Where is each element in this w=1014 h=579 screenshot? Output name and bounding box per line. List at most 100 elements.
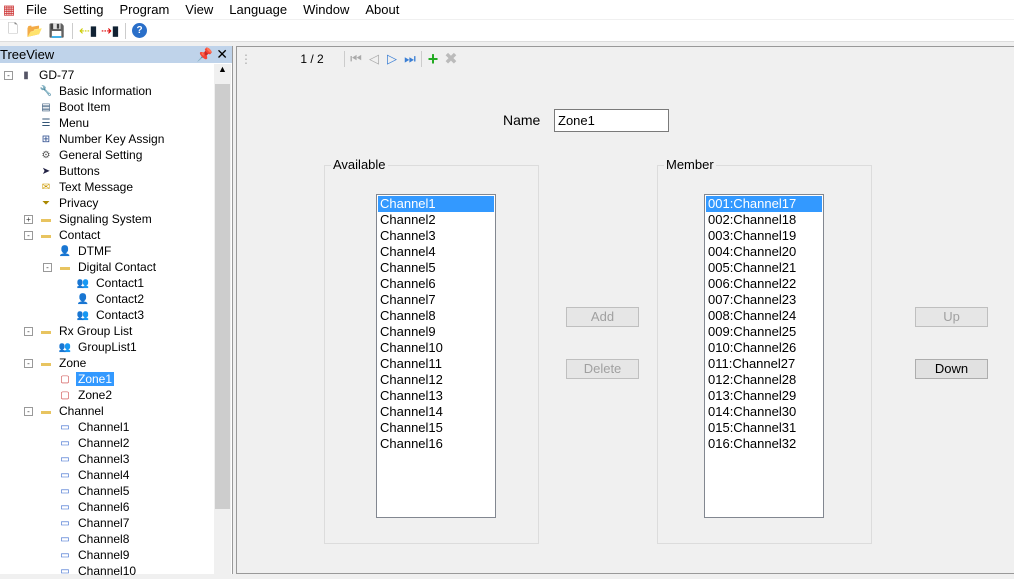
tree-item[interactable]: ▬ Rx Group List [38,323,134,339]
tree-item[interactable]: ▭ Channel4 [57,467,131,483]
first-record-icon[interactable]: ⏮ [347,50,365,68]
collapse-icon[interactable]: - [43,263,52,272]
last-record-icon[interactable]: ⏭ [401,50,419,68]
tree-scrollbar-thumb[interactable] [215,84,230,509]
down-button[interactable]: Down [915,359,988,379]
list-item[interactable]: Channel8 [378,308,494,324]
tree-item[interactable]: ▬ Digital Contact [57,259,158,275]
collapse-icon[interactable]: - [24,327,33,336]
tree-item[interactable]: ▭ Channel6 [57,499,131,515]
write-to-radio-icon[interactable]: ⇢ ▮ [101,22,119,40]
list-item[interactable]: Channel1 [378,196,494,212]
tree-item[interactable]: 👥 Contact3 [75,307,146,323]
menu-file[interactable]: File [18,2,55,17]
list-item[interactable]: 014:Channel30 [706,404,822,420]
help-icon[interactable]: ? [132,23,147,38]
list-item[interactable]: 003:Channel19 [706,228,822,244]
list-item[interactable]: Channel2 [378,212,494,228]
previous-record-icon[interactable]: ◁ [365,50,383,68]
tree-item[interactable]: ▭ Channel10 [57,563,138,579]
close-icon[interactable]: ✕ [216,46,228,62]
new-file-icon[interactable]: 🗋 [4,21,22,40]
save-icon[interactable]: 💾 [48,22,66,40]
pin-icon[interactable]: 📌 [196,47,212,62]
tree-item[interactable]: 👥 Contact1 [75,275,146,291]
tree-item[interactable]: ▬ Channel [38,403,106,419]
add-record-icon[interactable]: + [424,49,442,69]
tree-item[interactable]: ▭ Channel2 [57,435,131,451]
tree-item[interactable]: ▭ Channel8 [57,531,131,547]
list-item[interactable]: Channel12 [378,372,494,388]
available-list[interactable]: Channel1 Channel2 Channel3 Channel4 Channel5… [376,194,496,518]
add-button[interactable]: Add [566,307,639,327]
list-item[interactable]: Channel7 [378,292,494,308]
tree-item[interactable]: ▬ Signaling System [38,211,154,227]
list-item[interactable]: 002:Channel18 [706,212,822,228]
tree-item[interactable]: ➤ Buttons [38,163,102,179]
collapse-icon[interactable]: - [24,231,33,240]
tree-item[interactable]: ▭ Channel1 [57,419,131,435]
list-item[interactable]: Channel10 [378,340,494,356]
member-list[interactable]: 001:Channel17 002:Channel18 003:Channel19 0… [704,194,824,518]
tree-item[interactable]: ⚙ General Setting [38,147,144,163]
menu-view[interactable]: View [177,2,221,17]
list-item[interactable]: 007:Channel23 [706,292,822,308]
tree-item[interactable]: ▤ Boot Item [38,99,112,115]
list-item[interactable]: Channel13 [378,388,494,404]
list-item[interactable]: 001:Channel17 [706,196,822,212]
menu-setting[interactable]: Setting [55,2,111,17]
tree-item[interactable]: 👤 Contact2 [75,291,146,307]
expand-icon[interactable]: + [24,215,33,224]
list-item[interactable]: 009:Channel25 [706,324,822,340]
tree-item[interactable]: ☰ Menu [38,115,91,131]
list-item[interactable]: 015:Channel31 [706,420,822,436]
tree-item[interactable]: ▢ Zone1 [57,371,115,387]
list-item[interactable]: 008:Channel24 [706,308,822,324]
delete-record-icon[interactable]: ✖ [442,50,460,68]
name-input[interactable] [554,109,669,132]
menu-about[interactable]: About [357,2,407,17]
read-from-radio-icon[interactable]: ⇠ ▮ [79,22,97,40]
list-item[interactable]: Channel4 [378,244,494,260]
list-item[interactable]: Channel9 [378,324,494,340]
tree-item[interactable]: ✉ Text Message [38,179,135,195]
collapse-icon[interactable]: - [24,407,33,416]
tree-item[interactable]: 🔧 Basic Information [38,83,154,99]
tree-item[interactable]: ▬ Zone [38,355,88,371]
list-item[interactable]: Channel11 [378,356,494,372]
list-item[interactable]: Channel16 [378,436,494,452]
tree-item[interactable]: ▭ Channel7 [57,515,131,531]
tree-item[interactable]: ▭ Channel5 [57,483,131,499]
tree-item[interactable]: ▭ Channel3 [57,451,131,467]
list-item[interactable]: 016:Channel32 [706,436,822,452]
list-item[interactable]: Channel6 [378,276,494,292]
up-button[interactable]: Up [915,307,988,327]
tree-item[interactable]: ⊞ Number Key Assign [38,131,166,147]
open-folder-icon[interactable]: 📂 [26,22,44,40]
list-item[interactable]: 013:Channel29 [706,388,822,404]
tree-item[interactable]: ⏷ Privacy [38,195,100,211]
list-item[interactable]: 010:Channel26 [706,340,822,356]
list-item[interactable]: Channel14 [378,404,494,420]
list-item[interactable]: Channel15 [378,420,494,436]
list-item[interactable]: 012:Channel28 [706,372,822,388]
scroll-up-icon[interactable]: ▲ [214,64,231,74]
tree-item[interactable]: ▮ GD-77 [18,67,76,83]
list-item[interactable]: 005:Channel21 [706,260,822,276]
tree-item[interactable]: 👥 GroupList1 [57,339,139,355]
list-item[interactable]: 004:Channel20 [706,244,822,260]
list-item[interactable]: 011:Channel27 [706,356,822,372]
menu-language[interactable]: Language [221,2,295,17]
collapse-icon[interactable]: - [4,71,13,80]
list-item[interactable]: Channel3 [378,228,494,244]
delete-button[interactable]: Delete [566,359,639,379]
list-item[interactable]: Channel5 [378,260,494,276]
menu-program[interactable]: Program [111,2,177,17]
tree-item[interactable]: 👤 DTMF [57,243,113,259]
tree-item[interactable]: ▢ Zone2 [57,387,114,403]
next-record-icon[interactable]: ▷ [383,50,401,68]
menu-window[interactable]: Window [295,2,357,17]
tree-item[interactable]: ▬ Contact [38,227,102,243]
collapse-icon[interactable]: - [24,359,33,368]
tree-item[interactable]: ▭ Channel9 [57,547,131,563]
